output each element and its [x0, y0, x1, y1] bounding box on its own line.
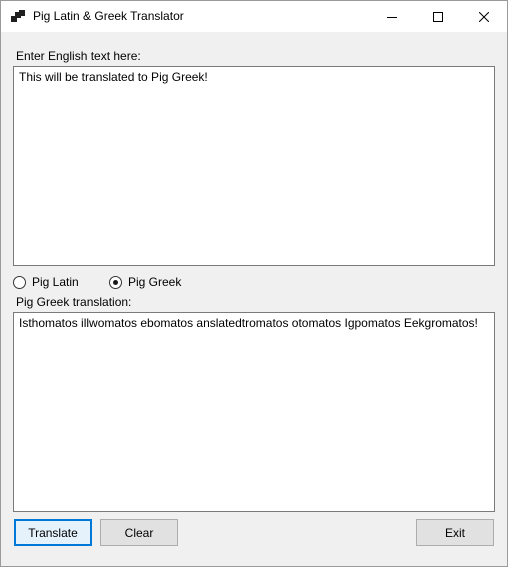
clear-button[interactable]: Clear	[100, 519, 178, 546]
minimize-icon	[387, 16, 397, 18]
translation-output[interactable]: Isthomatos illwomatos ebomatos anslatedt…	[13, 312, 495, 512]
exit-button[interactable]: Exit	[416, 519, 494, 546]
radio-pig-latin-circle	[13, 275, 26, 289]
app-icon	[11, 10, 25, 22]
maximize-button[interactable]	[415, 1, 461, 32]
english-text-input[interactable]: This will be translated to Pig Greek!	[13, 66, 495, 266]
maximize-icon	[433, 11, 443, 22]
output-label: Pig Greek translation:	[16, 295, 132, 309]
radio-selected-dot	[113, 279, 118, 285]
translate-button[interactable]: Translate	[14, 519, 92, 546]
radio-pig-greek[interactable]: Pig Greek	[109, 275, 181, 289]
input-label: Enter English text here:	[16, 49, 141, 63]
radio-pig-latin[interactable]: Pig Latin	[13, 275, 79, 289]
app-window: Pig Latin & Greek Translator Enter Engli…	[0, 0, 508, 567]
close-icon	[479, 11, 489, 22]
radio-pig-greek-label: Pig Greek	[128, 275, 182, 289]
title-bar[interactable]: Pig Latin & Greek Translator	[1, 1, 507, 32]
radio-pig-latin-label: Pig Latin	[32, 275, 79, 289]
minimize-button[interactable]	[369, 1, 415, 32]
radio-pig-greek-circle	[109, 275, 122, 289]
window-title: Pig Latin & Greek Translator	[33, 9, 184, 23]
close-button[interactable]	[461, 1, 507, 32]
